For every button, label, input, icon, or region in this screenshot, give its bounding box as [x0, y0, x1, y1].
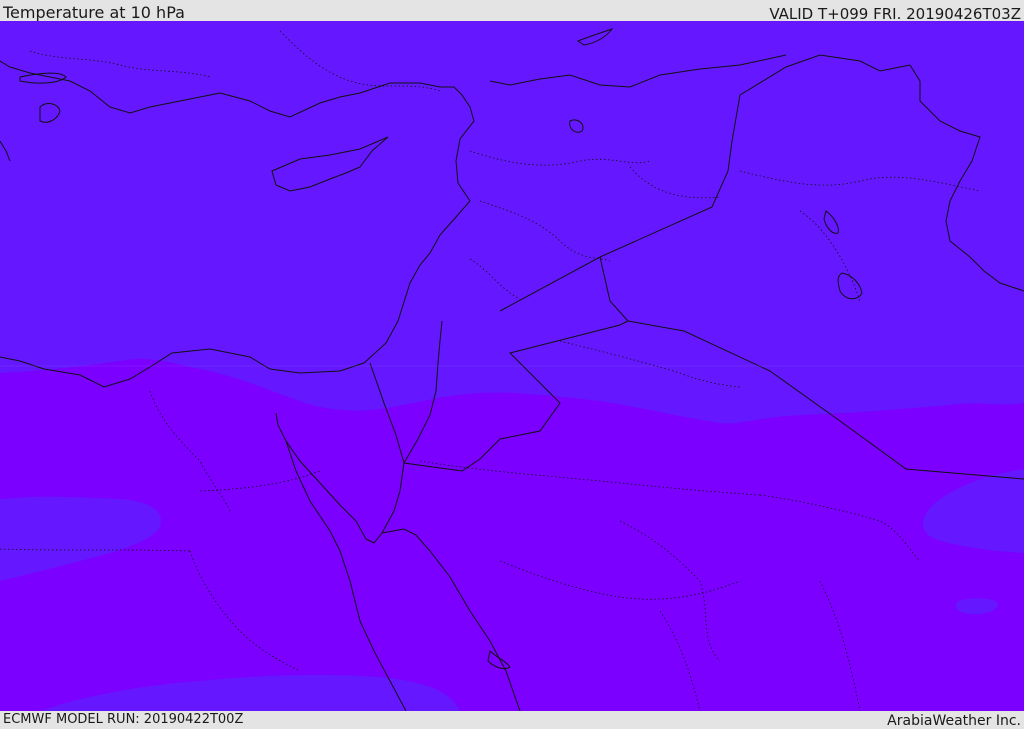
footer-bar: ECMWF MODEL RUN: 20190422T00Z ArabiaWeat… [0, 711, 1024, 729]
credit-label: ArabiaWeather Inc. [887, 713, 1021, 729]
model-run-label: ECMWF MODEL RUN: 20190422T00Z [3, 712, 244, 727]
weather-map-frame: Temperature at 10 hPa VALID T+099 FRI. 2… [0, 0, 1024, 729]
header-bar: Temperature at 10 hPa VALID T+099 FRI. 2… [0, 0, 1024, 23]
map-canvas[interactable] [0, 21, 1024, 711]
map-title: Temperature at 10 hPa [3, 3, 185, 22]
temperature-map[interactable] [0, 21, 1024, 711]
